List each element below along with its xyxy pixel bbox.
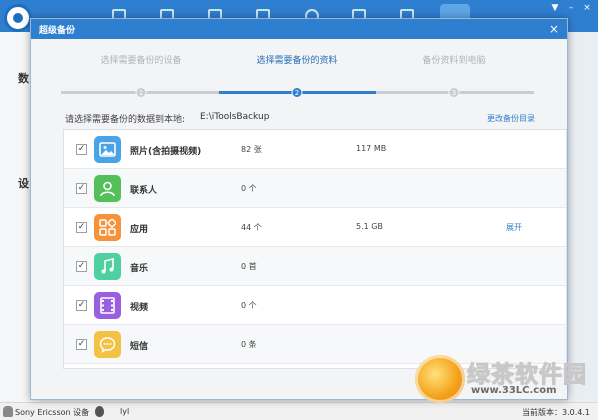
dialog-titlebar: 超级备份 × — [31, 19, 567, 39]
list-item-photos[interactable]: ✓ 照片(含拍摄视频) 82 张 117 MB — [64, 130, 566, 169]
video-checkbox[interactable]: ✓ — [76, 300, 87, 311]
sms-icon — [94, 331, 121, 358]
backup-path-row: 请选择需要备份的数据到本地: E:\iToolsBackup 更改备份目录 — [65, 112, 535, 125]
item-name: 音乐 — [130, 264, 149, 274]
apps-checkbox[interactable]: ✓ — [76, 222, 87, 233]
close-button[interactable]: × — [580, 2, 594, 14]
change-backup-dir-link[interactable]: 更改备份目录 — [487, 113, 535, 124]
list-item-music[interactable]: ✓ 音乐 0 首 — [64, 247, 566, 286]
contacts-checkbox[interactable]: ✓ — [76, 183, 87, 194]
step-1-label: 选择需要备份的设备 — [100, 56, 182, 66]
step-2-label: 选择需要备份的资料 — [256, 56, 338, 66]
list-item-contacts[interactable]: ✓ 联系人 0 个 — [64, 169, 566, 208]
step-2-dot: 2 — [291, 87, 303, 98]
menu-button[interactable]: ▼ — [548, 2, 562, 14]
step-1-dot: 1 — [135, 87, 147, 98]
dialog-title: 超级备份 — [39, 26, 76, 36]
android-device-name[interactable]: Sony Ericsson 设备 — [15, 407, 89, 418]
sidebar-label-settings[interactable]: 设 — [18, 175, 29, 191]
step-progress: 选择需要备份的设备 选择需要备份的资料 备份资料到电脑 1 2 3 — [31, 39, 567, 98]
apple-device-name[interactable]: lyl — [120, 407, 129, 416]
version-label: 当前版本：3.0.4.1 — [522, 408, 590, 417]
sidebar-label-data[interactable]: 数 — [18, 70, 29, 86]
step-3-dot: 3 — [448, 87, 460, 98]
apple-icon — [95, 406, 104, 417]
dialog-close-button[interactable]: × — [547, 22, 561, 36]
item-name: 照片(含拍摄视频) — [130, 147, 202, 157]
site-watermark: 绿茶软件园 www.33LC.com — [415, 355, 595, 405]
item-size: 117 MB — [356, 144, 387, 153]
item-name: 联系人 — [130, 186, 158, 196]
item-name: 视频 — [130, 303, 149, 313]
item-name: 应用 — [130, 225, 149, 235]
photos-checkbox[interactable]: ✓ — [76, 144, 87, 155]
photo-icon — [94, 136, 121, 163]
window-controls: ▼ – × — [548, 2, 594, 14]
item-count: 44 个 — [241, 223, 262, 232]
contacts-icon — [94, 175, 121, 202]
list-item-apps[interactable]: ✓ 应用 44 个 5.1 GB 展开 — [64, 208, 566, 247]
step-3-label: 备份资料到电脑 — [422, 56, 486, 66]
item-size: 5.1 GB — [356, 222, 383, 231]
apps-expand-link[interactable]: 展开 — [506, 222, 522, 233]
music-checkbox[interactable]: ✓ — [76, 261, 87, 272]
item-name: 短信 — [130, 342, 149, 352]
list-item-video[interactable]: ✓ 视频 0 个 — [64, 286, 566, 325]
item-count: 0 条 — [241, 340, 257, 349]
minimize-button[interactable]: – — [564, 2, 578, 14]
apps-icon — [94, 214, 121, 241]
music-icon — [94, 253, 121, 280]
watermark-url: www.33LC.com — [471, 385, 557, 396]
item-count: 0 首 — [241, 262, 257, 271]
backup-item-list: ✓ 照片(含拍摄视频) 82 张 117 MB ✓ 联系人 0 个 ✓ 应用 4 — [63, 129, 567, 369]
app-logo — [4, 4, 32, 32]
item-count: 0 个 — [241, 184, 257, 193]
android-icon — [3, 406, 13, 417]
watermark-logo — [415, 355, 465, 403]
sms-checkbox[interactable]: ✓ — [76, 339, 87, 350]
video-icon — [94, 292, 121, 319]
watermark-title: 绿茶软件园 — [467, 362, 587, 389]
backup-path-value: E:\iToolsBackup — [200, 112, 270, 122]
item-count: 0 个 — [241, 301, 257, 310]
backup-dialog: 超级备份 × 选择需要备份的设备 选择需要备份的资料 备份资料到电脑 1 2 3… — [30, 18, 568, 400]
path-prompt: 请选择需要备份的数据到本地: — [65, 115, 186, 125]
item-count: 82 张 — [241, 145, 262, 154]
